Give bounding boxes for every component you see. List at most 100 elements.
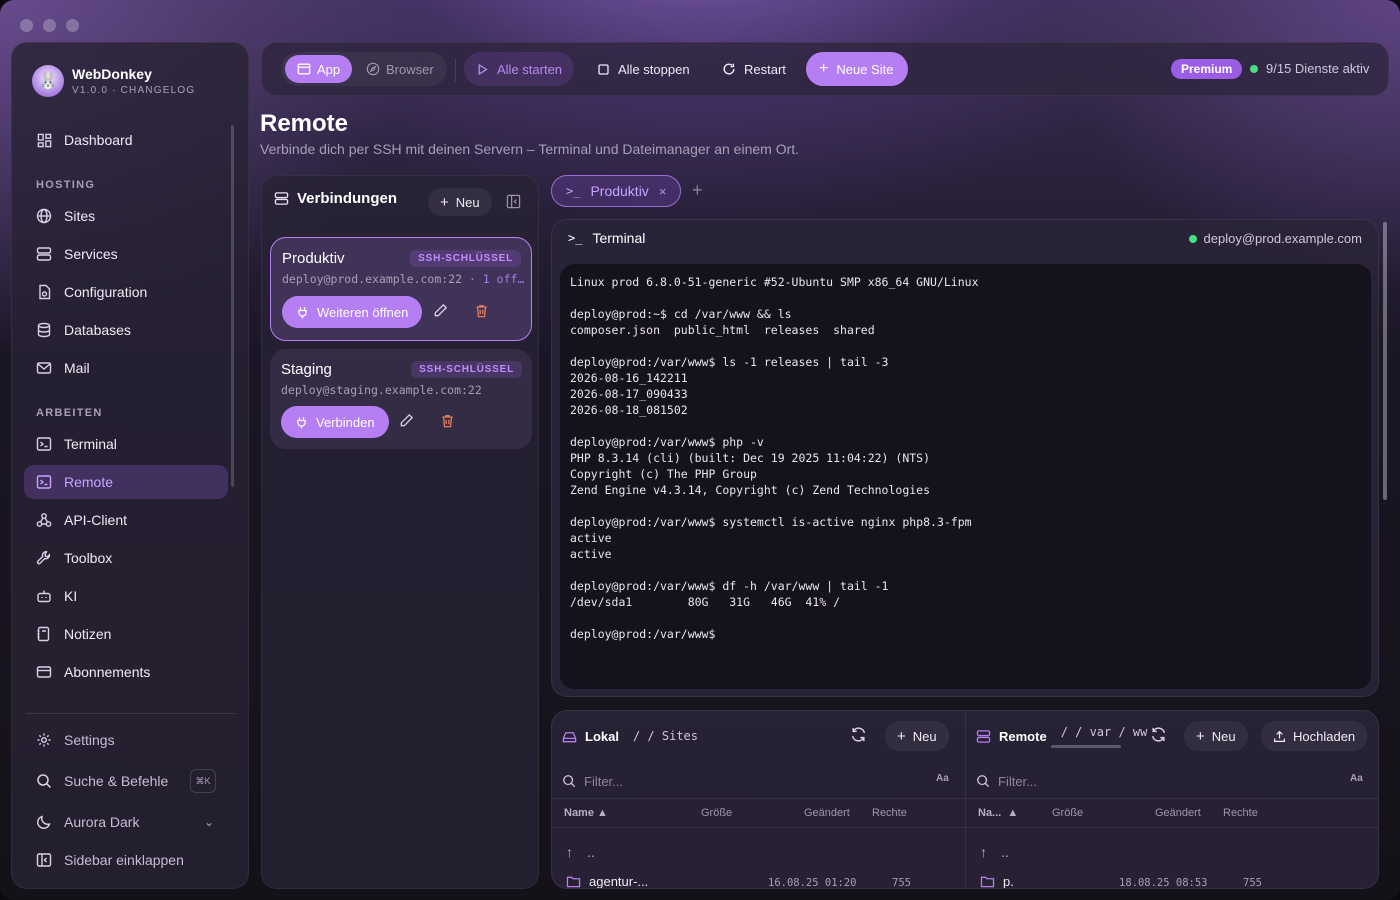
connection-card-produktiv[interactable]: Produktiv SSH-SCHLÜSSEL deploy@prod.exam…	[270, 237, 532, 341]
breadcrumb-scrollbar[interactable]	[1051, 745, 1121, 748]
sidebar-item-ki[interactable]: KI	[24, 579, 228, 613]
sidebar-item-label: Settings	[64, 732, 115, 748]
open-another-button[interactable]: Weiteren öffnen	[282, 296, 423, 328]
sidebar-item-services[interactable]: Services	[24, 237, 228, 271]
case-sensitive-toggle[interactable]: Aa	[936, 773, 949, 784]
remote-filter-placeholder: Filter...	[998, 773, 1038, 789]
sidebar-item-sites[interactable]: Sites	[24, 199, 228, 233]
brand[interactable]: 🐰 WebDonkey V1.0.0 · CHANGELOG	[32, 65, 195, 97]
sidebar-item-configuration[interactable]: Configuration	[24, 275, 228, 309]
plug-icon	[295, 416, 308, 429]
play-icon	[478, 63, 488, 75]
parent-dir-label: ..	[587, 844, 595, 860]
sidebar-item-terminal[interactable]: Terminal	[24, 427, 228, 461]
search-icon	[563, 775, 576, 788]
local-filter-input[interactable]: Filter...	[562, 766, 623, 796]
remote-filter-input[interactable]: Filter...	[976, 766, 1037, 796]
refresh-icon[interactable]	[1150, 726, 1167, 743]
stop-all-button[interactable]: Alle stoppen	[585, 52, 702, 86]
remote-new-button[interactable]: + Neu	[1184, 721, 1248, 751]
collapse-sidebar-button[interactable]: Sidebar einklappen	[24, 843, 228, 877]
plus-icon: +	[897, 727, 906, 745]
terminal-panel: >_ Terminal deploy@prod.example.com Linu…	[551, 219, 1379, 697]
app-version[interactable]: V1.0.0 · CHANGELOG	[72, 85, 195, 96]
sidebar-item-label: Configuration	[64, 284, 148, 300]
column-size[interactable]: Größe	[701, 807, 732, 819]
main-scrollbar[interactable]	[1383, 222, 1387, 500]
server-icon	[976, 729, 991, 743]
restart-button[interactable]: Restart	[710, 52, 798, 86]
column-changed[interactable]: Geändert	[804, 807, 850, 819]
terminal-title: Terminal	[592, 230, 646, 246]
local-title-label: Lokal	[585, 728, 619, 744]
sidebar-scrollbar[interactable]	[231, 125, 234, 487]
maximize-window-button[interactable]	[66, 19, 79, 32]
parent-directory-row[interactable]: ↑ ..	[566, 844, 595, 860]
sidebar-item-mail[interactable]: Mail	[24, 351, 228, 385]
sidebar-item-settings[interactable]: Settings	[24, 723, 228, 757]
terminal-output[interactable]: Linux prod 6.8.0-51-generic #52-Ubuntu S…	[560, 264, 1371, 689]
new-site-label: Neue Site	[836, 61, 894, 77]
arrow-up-icon: ↑	[566, 844, 573, 860]
chevron-down-icon: ⌄	[203, 815, 214, 829]
edit-pencil-icon[interactable]	[433, 303, 448, 318]
delete-trash-icon[interactable]	[441, 414, 454, 428]
session-tab-produktiv[interactable]: >_ Produktiv ×	[551, 175, 681, 207]
column-size[interactable]: Größe	[1052, 807, 1083, 819]
sidebar-item-remote[interactable]: Remote	[24, 465, 228, 499]
close-tab-icon[interactable]: ×	[659, 184, 667, 199]
column-permissions[interactable]: Rechte	[872, 807, 907, 819]
search-icon	[36, 773, 52, 789]
case-sensitive-toggle[interactable]: Aa	[1350, 773, 1363, 784]
plus-icon: +	[819, 60, 829, 77]
column-permissions[interactable]: Rechte	[1223, 807, 1258, 819]
edit-pencil-icon[interactable]	[399, 413, 414, 428]
sidebar-item-label: API-Client	[64, 512, 128, 528]
plug-icon	[296, 306, 309, 319]
window-controls	[20, 19, 79, 32]
sidebar-item-api-client[interactable]: API-Client	[24, 503, 228, 537]
theme-selector[interactable]: Aurora Dark ⌄	[24, 805, 228, 839]
connection-host-text: deploy@prod.example.com:22	[282, 272, 463, 286]
sidebar-item-notizen[interactable]: Notizen	[24, 617, 228, 651]
file-date: 16.08.25 01:20	[768, 877, 857, 889]
close-window-button[interactable]	[20, 19, 33, 32]
upload-button[interactable]: Hochladen	[1261, 721, 1368, 751]
connection-status: deploy@prod.example.com	[1188, 231, 1362, 246]
new-connection-button[interactable]: + Neu	[428, 188, 492, 216]
panel-collapse-icon[interactable]	[506, 194, 521, 209]
sidebar-item-search[interactable]: Suche & Befehle ⌘K	[24, 764, 228, 798]
file-row[interactable]: p.	[980, 874, 1014, 888]
sidebar-item-abonnements[interactable]: Abonnements	[24, 655, 228, 689]
premium-badge[interactable]: Premium	[1171, 59, 1243, 79]
column-changed[interactable]: Geändert	[1155, 807, 1201, 819]
divider	[966, 798, 1378, 799]
add-tab-button[interactable]: +	[692, 180, 703, 201]
local-new-button[interactable]: + Neu	[885, 721, 949, 751]
parent-directory-row[interactable]: ↑ ..	[980, 844, 1009, 860]
sidebar-item-label: Databases	[64, 322, 131, 338]
local-breadcrumb[interactable]: / / Sites	[633, 729, 698, 743]
sidebar-item-toolbox[interactable]: Toolbox	[24, 541, 228, 575]
start-all-button[interactable]: Alle starten	[464, 52, 575, 86]
mode-app-button[interactable]: App	[285, 55, 353, 83]
remote-breadcrumb[interactable]: / / var / ww	[1061, 725, 1148, 739]
mode-browser-button[interactable]: Browser	[354, 55, 446, 83]
new-site-button[interactable]: + Neue Site	[806, 52, 908, 86]
connection-card-staging[interactable]: Staging SSH-SCHLÜSSEL deploy@staging.exa…	[270, 349, 532, 449]
services-status: 9/15 Dienste aktiv	[1250, 61, 1369, 76]
column-name[interactable]: Name ▲	[564, 807, 608, 819]
file-row[interactable]: agentur-...	[566, 874, 648, 888]
collapse-label: Sidebar einklappen	[64, 852, 184, 868]
minimize-window-button[interactable]	[43, 19, 56, 32]
refresh-icon[interactable]	[850, 726, 867, 743]
sidebar-item-databases[interactable]: Databases	[24, 313, 228, 347]
mode-browser-label: Browser	[386, 61, 434, 77]
pane-divider	[965, 711, 966, 888]
sidebar-item-label: Toolbox	[64, 550, 113, 566]
delete-trash-icon[interactable]	[475, 304, 488, 318]
column-name[interactable]: Na... ▲	[978, 807, 1018, 819]
terminal-prompt-icon: >_	[568, 231, 583, 245]
connect-button[interactable]: Verbinden	[281, 406, 389, 438]
sidebar-item-dashboard[interactable]: Dashboard	[24, 123, 228, 157]
